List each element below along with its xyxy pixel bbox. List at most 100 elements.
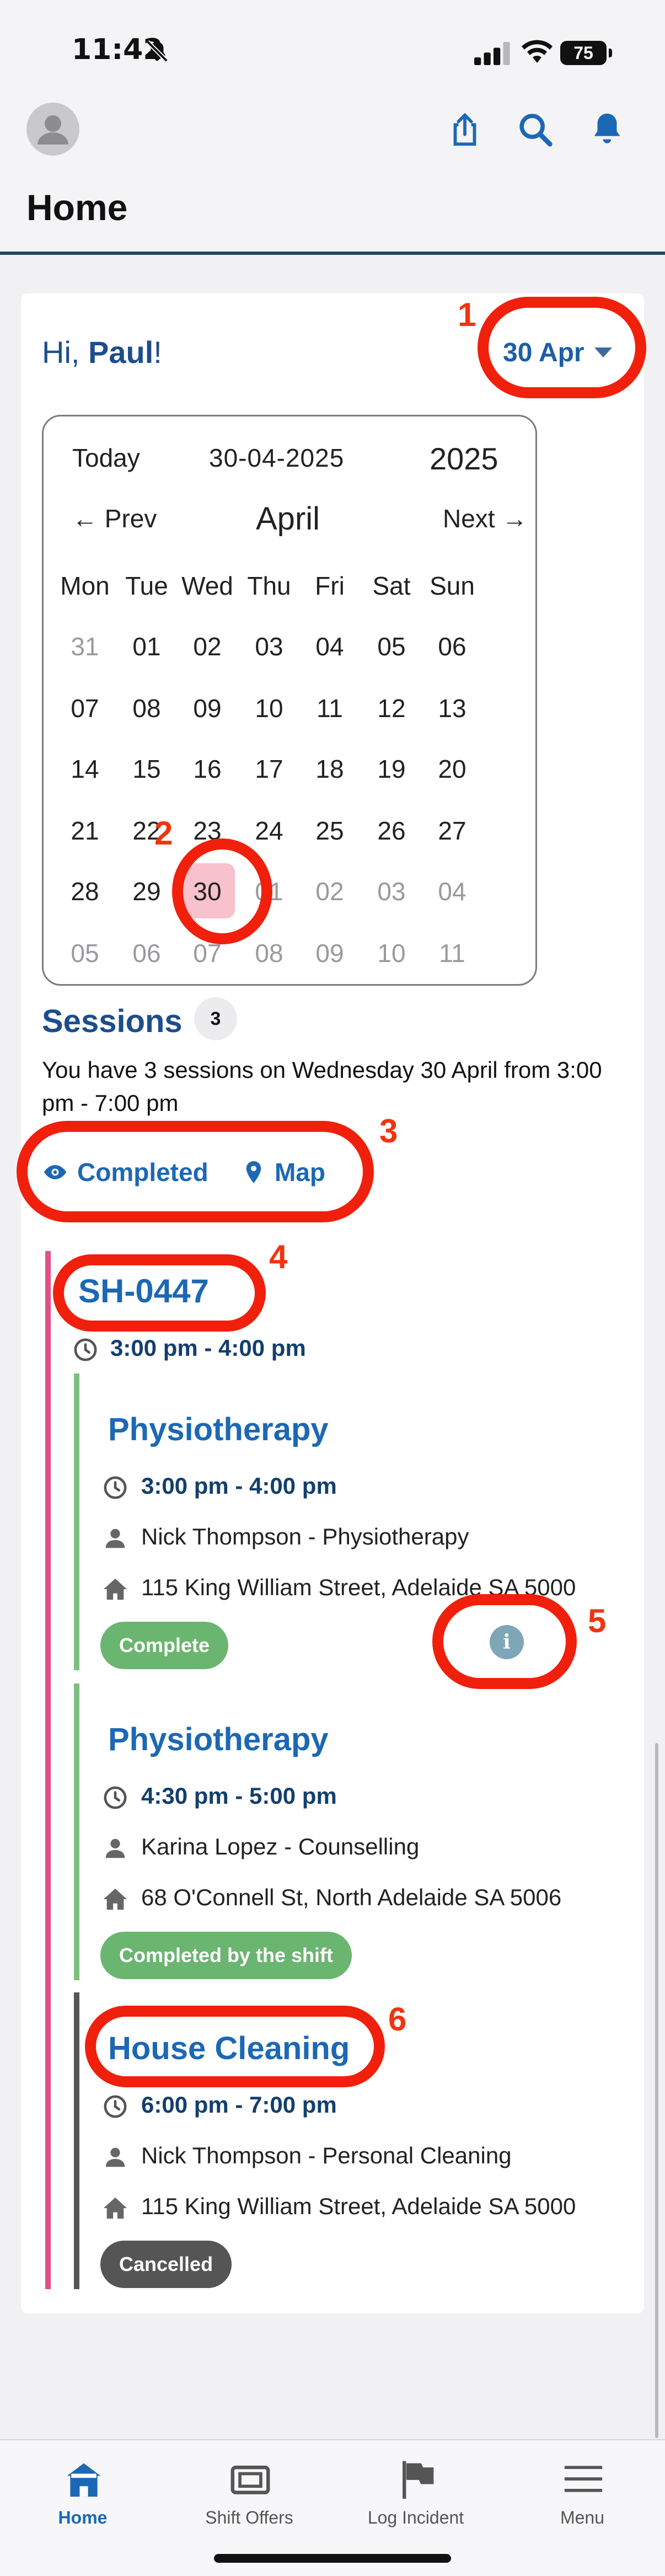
app-header: Home <box>0 94 665 254</box>
calendar-day[interactable]: 16 <box>177 754 238 784</box>
calendar-day[interactable]: 19 <box>361 754 422 784</box>
status-badge: Completed by the shift <box>100 1932 352 1979</box>
calendar-day[interactable]: 09 <box>299 938 360 968</box>
appointment-staff: Nick Thompson - Physiotherapy <box>141 1524 469 1549</box>
appointment-address: 68 O'Connell St, North Adelaide SA 5006 <box>141 1884 562 1910</box>
nav-label-log-incident: Log Incident <box>367 2508 464 2527</box>
status-badge: Cancelled <box>100 2241 232 2288</box>
appointment-title-link[interactable]: Physiotherapy <box>108 1411 329 1448</box>
notifications-bell-icon[interactable] <box>588 110 626 149</box>
bell-slash-icon <box>146 40 168 62</box>
appointment-color-bar <box>74 1684 79 1980</box>
calendar-date-string: 30-04-2025 <box>209 443 345 472</box>
calendar-prev-button[interactable]: ← Prev <box>72 504 157 533</box>
appointment-color-bar <box>74 1373 79 1670</box>
calendar-day[interactable]: 11 <box>422 938 482 968</box>
annotation-ring-6 <box>85 2006 385 2087</box>
calendar-day[interactable]: 03 <box>361 877 422 906</box>
calendar-day[interactable]: 20 <box>422 754 482 784</box>
calendar-day[interactable]: 13 <box>422 693 482 723</box>
appointment-time: 3:00 pm - 4:00 pm <box>141 1473 337 1499</box>
annotation-number-5: 5 <box>588 1602 607 1639</box>
calendar-day[interactable]: 02 <box>177 632 238 661</box>
annotation-number-4: 4 <box>269 1238 288 1275</box>
person-icon <box>103 1526 128 1551</box>
nav-label-home: Home <box>58 2508 108 2527</box>
calendar-day[interactable]: 31 <box>55 632 115 661</box>
calendar-day[interactable]: 10 <box>239 693 299 723</box>
calendar-day[interactable]: 01 <box>116 632 177 661</box>
status-badge: Complete <box>100 1622 229 1669</box>
home-icon <box>67 2463 101 2497</box>
clock-icon <box>103 1785 128 1810</box>
shift-color-bar <box>45 1251 51 2289</box>
calendar-year[interactable]: 2025 <box>430 441 498 477</box>
calendar-weekday: Sat <box>372 571 411 600</box>
calendar-day[interactable]: 25 <box>299 816 360 846</box>
status-bar: 11:42 75 <box>0 0 665 94</box>
home-indicator <box>214 2554 451 2563</box>
home-icon <box>103 1576 128 1602</box>
scrollbar[interactable] <box>655 1743 658 2438</box>
battery-indicator: 75 <box>560 41 612 65</box>
calendar-day[interactable]: 14 <box>55 754 115 784</box>
appointment-time: 4:30 pm - 5:00 pm <box>141 1783 337 1809</box>
appointment-address: 115 King William Street, Adelaide SA 500… <box>141 2193 576 2219</box>
calendar-next-button[interactable]: Next → <box>443 504 527 533</box>
calendar-day[interactable]: 17 <box>239 754 299 784</box>
appointment-time: 6:00 pm - 7:00 pm <box>141 2092 337 2118</box>
calendar-day[interactable]: 27 <box>422 816 482 846</box>
signal-icon <box>474 42 510 65</box>
annotation-ring-1 <box>478 297 646 398</box>
ticket-icon <box>230 2465 270 2494</box>
nav-label-shift-offers: Shift Offers <box>205 2508 293 2527</box>
calendar-day[interactable]: 21 <box>55 816 115 846</box>
annotation-number-6: 6 <box>388 2001 407 2038</box>
calendar-day[interactable]: 24 <box>239 816 299 846</box>
calendar-day[interactable]: 05 <box>361 632 422 661</box>
annotation-ring-2 <box>172 838 272 944</box>
clock-icon <box>103 1475 128 1500</box>
calendar-day[interactable]: 04 <box>422 877 482 906</box>
calendar-day[interactable]: 06 <box>116 938 177 968</box>
calendar-day[interactable]: 10 <box>361 938 422 968</box>
calendar-day[interactable]: 28 <box>55 877 115 906</box>
calendar-weekday: Thu <box>247 571 291 600</box>
home-icon <box>103 2195 128 2221</box>
user-icon <box>37 115 68 145</box>
calendar-day[interactable]: 18 <box>299 754 360 784</box>
clock-icon <box>74 1338 97 1361</box>
calendar-day[interactable]: 12 <box>361 693 422 723</box>
calendar-month: April <box>256 501 320 537</box>
calendar-day[interactable]: 04 <box>299 632 360 661</box>
header-divider <box>0 252 665 255</box>
person-icon <box>103 2145 128 2170</box>
page-title: Home <box>26 187 128 228</box>
nav-label-menu: Menu <box>560 2508 605 2527</box>
calendar-day[interactable]: 08 <box>239 938 299 968</box>
calendar-day[interactable]: 09 <box>177 693 238 723</box>
clock-icon <box>103 2094 128 2119</box>
calendar-day[interactable]: 26 <box>361 816 422 846</box>
calendar-day[interactable]: 02 <box>299 877 360 906</box>
calendar-day[interactable]: 15 <box>116 754 177 784</box>
calendar-day[interactable]: 08 <box>116 693 177 723</box>
calendar-day[interactable]: 03 <box>239 632 299 661</box>
annotation-ring-4 <box>53 1254 266 1332</box>
share-icon[interactable] <box>446 110 484 149</box>
appointment-staff: Nick Thompson - Personal Cleaning <box>141 2142 512 2168</box>
calendar-day[interactable]: 11 <box>299 693 360 723</box>
calendar-day[interactable]: 06 <box>422 632 482 661</box>
search-icon[interactable] <box>516 110 555 149</box>
annotation-ring-3 <box>17 1121 374 1222</box>
calendar-weekday: Mon <box>60 571 110 600</box>
calendar-day[interactable]: 29 <box>116 877 177 906</box>
calendar-day[interactable]: 07 <box>55 693 115 723</box>
annotation-number-2: 2 <box>154 815 173 852</box>
avatar[interactable] <box>26 103 79 156</box>
calendar-day[interactable]: 05 <box>55 938 115 968</box>
appointment-title-link[interactable]: Physiotherapy <box>108 1721 329 1758</box>
sessions-title: Sessions <box>42 1003 183 1039</box>
calendar-today-button[interactable]: Today <box>72 443 140 473</box>
sessions-description: You have 3 sessions on Wednesday 30 Apri… <box>42 1057 602 1116</box>
